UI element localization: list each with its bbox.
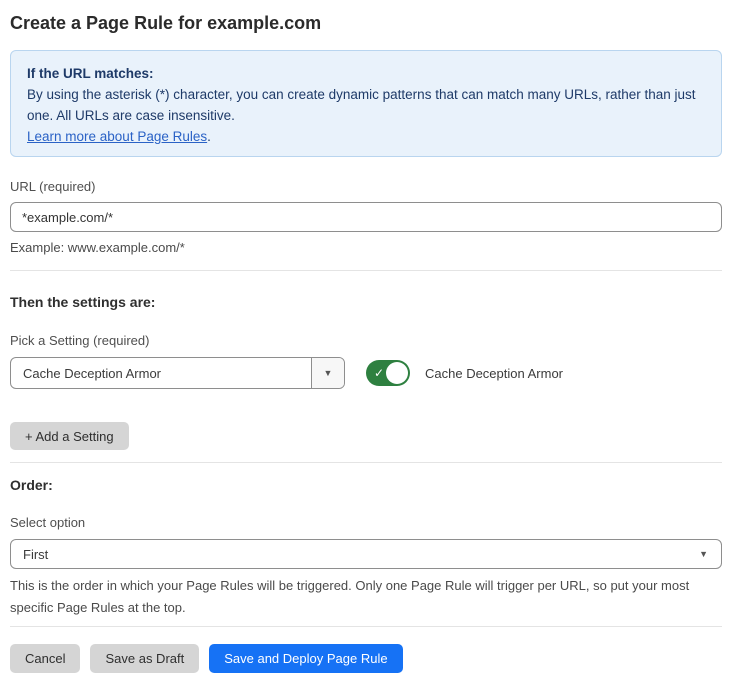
info-box-link-line: Learn more about Page Rules. xyxy=(27,126,705,147)
divider xyxy=(10,270,722,271)
footer-actions: Cancel Save as Draft Save and Deploy Pag… xyxy=(10,644,722,673)
check-icon: ✓ xyxy=(374,367,384,379)
page-rule-form: Create a Page Rule for example.com If th… xyxy=(0,0,750,673)
link-suffix: . xyxy=(207,129,211,144)
order-section-heading: Order: xyxy=(10,477,722,494)
caret-down-icon: ▼ xyxy=(324,369,333,378)
url-field-helper: Example: www.example.com/* xyxy=(10,238,722,258)
page-title: Create a Page Rule for example.com xyxy=(10,12,722,34)
url-input[interactable] xyxy=(10,202,722,232)
order-select-value: First xyxy=(11,547,699,562)
setting-toggle-label: Cache Deception Armor xyxy=(425,366,563,381)
save-as-draft-button[interactable]: Save as Draft xyxy=(90,644,199,673)
setting-select[interactable]: Cache Deception Armor ▼ xyxy=(10,357,345,389)
add-setting-button[interactable]: + Add a Setting xyxy=(10,422,129,450)
order-helper: This is the order in which your Page Rul… xyxy=(10,575,722,619)
info-box-body: By using the asterisk (*) character, you… xyxy=(27,84,705,126)
setting-picker-label: Pick a Setting (required) xyxy=(10,333,722,349)
divider xyxy=(10,462,722,463)
learn-more-link[interactable]: Learn more about Page Rules xyxy=(27,129,207,144)
setting-toggle[interactable]: ✓ xyxy=(366,360,410,386)
divider xyxy=(10,626,722,627)
settings-section-heading: Then the settings are: xyxy=(10,294,722,311)
caret-down-icon: ▼ xyxy=(699,550,721,559)
url-match-info-box: If the URL matches: By using the asteris… xyxy=(10,50,722,157)
setting-select-arrow-button[interactable]: ▼ xyxy=(311,358,344,388)
toggle-knob xyxy=(386,362,408,384)
cancel-button[interactable]: Cancel xyxy=(10,644,80,673)
order-select-label: Select option xyxy=(10,515,722,531)
setting-select-value: Cache Deception Armor xyxy=(11,366,311,381)
save-and-deploy-button[interactable]: Save and Deploy Page Rule xyxy=(209,644,402,673)
url-field-label: URL (required) xyxy=(10,179,722,195)
order-select[interactable]: First ▼ xyxy=(10,539,722,569)
info-box-heading: If the URL matches: xyxy=(27,63,705,84)
setting-row: Cache Deception Armor ▼ ✓ Cache Deceptio… xyxy=(10,357,722,389)
